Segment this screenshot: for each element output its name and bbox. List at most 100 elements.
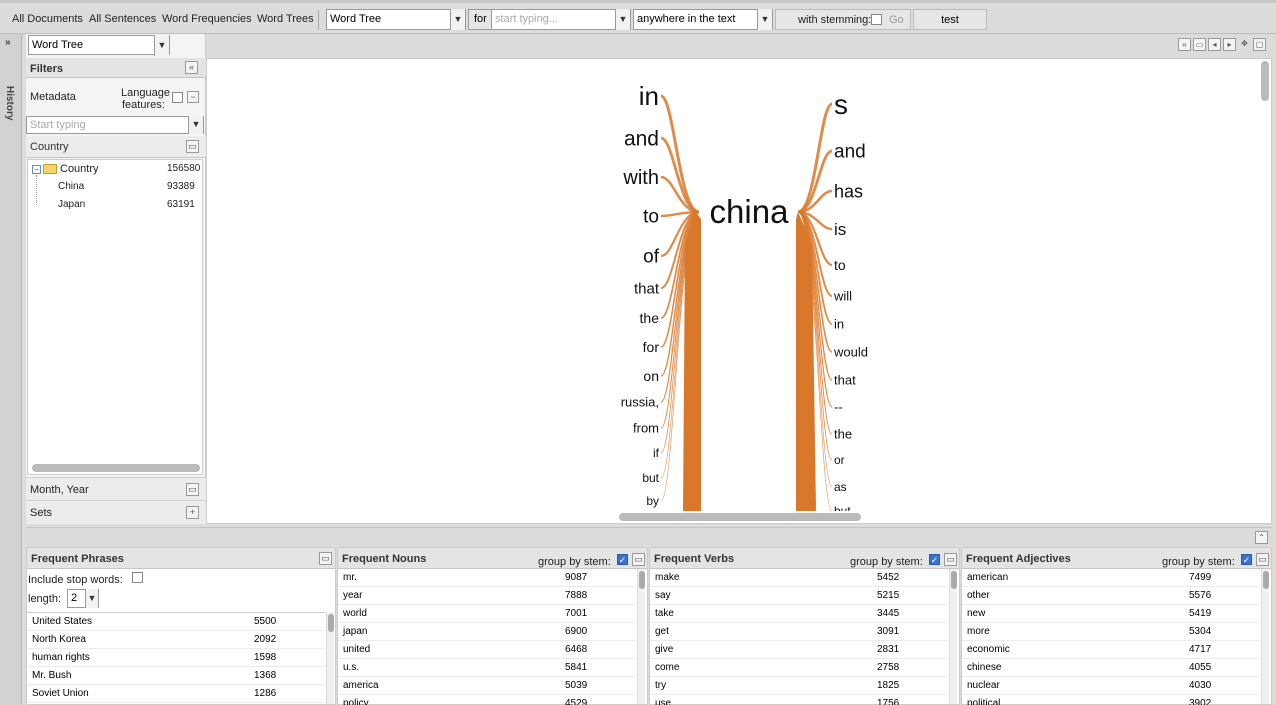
list-item[interactable]: united 6468 xyxy=(338,641,635,659)
filter-input[interactable]: Start typing ▼ xyxy=(26,116,204,134)
list-item[interactable]: economic 4717 xyxy=(962,641,1259,659)
list-item[interactable]: political 3902 xyxy=(962,695,1259,705)
list-item[interactable]: human rights 1598 xyxy=(27,649,325,667)
tree-item-japan[interactable]: Japan xyxy=(58,199,85,210)
horizontal-scrollbar[interactable] xyxy=(32,464,200,472)
list-item[interactable]: make 5452 xyxy=(650,569,947,587)
left-word[interactable]: in xyxy=(639,81,659,111)
bottom-splitter[interactable]: ⌃ xyxy=(26,527,1272,545)
vertical-scrollbar[interactable] xyxy=(1261,569,1269,704)
list-item[interactable]: chinese 4055 xyxy=(962,659,1259,677)
tree-item-china[interactable]: China xyxy=(58,181,84,192)
right-word[interactable]: is xyxy=(834,220,846,239)
plus-icon[interactable]: + xyxy=(186,506,199,519)
list-item[interactable]: japan 6900 xyxy=(338,623,635,641)
list-item[interactable]: year 7888 xyxy=(338,587,635,605)
left-word[interactable]: that xyxy=(634,280,660,297)
left-word[interactable]: by xyxy=(646,494,659,508)
right-word[interactable]: will xyxy=(833,289,852,304)
center-word[interactable]: china xyxy=(710,193,790,230)
next-icon[interactable]: ▸ xyxy=(1223,38,1236,51)
history-panel-tab[interactable]: » History xyxy=(0,34,22,705)
right-word[interactable]: would xyxy=(833,345,868,360)
collapse-panel-icon[interactable]: ▭ xyxy=(1256,553,1269,566)
stemming-checkbox[interactable] xyxy=(871,14,882,25)
horizontal-scrollbar[interactable] xyxy=(619,513,861,521)
right-word[interactable]: that xyxy=(834,373,856,388)
first-page-icon[interactable]: « xyxy=(1178,38,1191,51)
list-item[interactable]: get 3091 xyxy=(650,623,947,641)
tab-word-trees[interactable]: Word Trees xyxy=(257,13,314,25)
list-item[interactable]: come 2758 xyxy=(650,659,947,677)
left-word[interactable]: on xyxy=(643,368,659,384)
view-select[interactable]: Word Tree ▼ xyxy=(326,9,466,30)
left-word[interactable]: for xyxy=(643,339,660,355)
list-item[interactable]: try 1825 xyxy=(650,677,947,695)
sets-header[interactable]: Sets + xyxy=(26,502,206,524)
right-word[interactable]: in xyxy=(834,317,844,332)
right-word[interactable]: -- xyxy=(834,400,843,415)
panel-icon[interactable]: ▭ xyxy=(1193,38,1206,51)
left-word[interactable]: to xyxy=(643,207,659,228)
right-word[interactable]: but xyxy=(834,504,851,511)
right-word[interactable]: the xyxy=(834,427,852,442)
list-item[interactable]: give 2831 xyxy=(650,641,947,659)
tab-all-documents[interactable]: All Documents xyxy=(12,13,83,25)
list-item[interactable]: North Korea 2092 xyxy=(27,631,325,649)
tab-all-sentences[interactable]: All Sentences xyxy=(89,13,156,25)
right-word[interactable]: to xyxy=(834,257,846,273)
collapse-panel-icon[interactable]: ▭ xyxy=(319,552,332,565)
prev-icon[interactable]: ◂ xyxy=(1208,38,1221,51)
right-word[interactable]: s xyxy=(834,89,848,120)
group-by-stem-checkbox[interactable]: ✓ xyxy=(617,554,628,565)
left-word[interactable]: but xyxy=(642,471,659,485)
list-item[interactable]: nuclear 4030 xyxy=(962,677,1259,695)
list-item[interactable]: new 5419 xyxy=(962,605,1259,623)
vertical-scrollbar[interactable] xyxy=(637,569,645,704)
right-word[interactable]: or xyxy=(834,453,845,467)
list-item[interactable]: Mr. Bush 1368 xyxy=(27,667,325,685)
list-item[interactable]: policy 4529 xyxy=(338,695,635,705)
left-word[interactable]: of xyxy=(643,247,660,268)
month-year-header[interactable]: Month, Year ▭ xyxy=(26,477,206,501)
collapse-icon[interactable]: « xyxy=(185,61,198,74)
list-item[interactable]: use 1756 xyxy=(650,695,947,705)
left-word[interactable]: the xyxy=(640,310,660,326)
tree-item-country[interactable]: Country xyxy=(60,163,99,175)
list-item[interactable]: take 3445 xyxy=(650,605,947,623)
list-item[interactable]: world 7001 xyxy=(338,605,635,623)
vertical-scrollbar[interactable] xyxy=(1261,61,1269,101)
left-word[interactable]: with xyxy=(622,167,659,189)
list-item[interactable]: United States 5500 xyxy=(27,613,325,631)
minus-icon[interactable]: − xyxy=(187,91,199,103)
tree-toggle-icon[interactable]: − xyxy=(32,165,41,174)
left-word[interactable]: if xyxy=(653,446,660,460)
sidebar-view-select[interactable]: Word Tree ▼ xyxy=(28,35,170,56)
collapse-panel-icon[interactable]: ▭ xyxy=(186,483,199,496)
vertical-scrollbar[interactable] xyxy=(949,569,957,704)
vertical-scrollbar[interactable] xyxy=(326,612,334,704)
right-word[interactable]: as xyxy=(834,480,847,494)
left-word[interactable]: russia, xyxy=(621,395,659,410)
language-checkbox[interactable] xyxy=(172,92,183,103)
list-item[interactable]: other 5576 xyxy=(962,587,1259,605)
collapse-panel-icon[interactable]: ▭ xyxy=(944,553,957,566)
list-item[interactable]: america 5039 xyxy=(338,677,635,695)
position-select[interactable]: anywhere in the text ▼ xyxy=(633,9,773,30)
search-input[interactable]: start typing... ▼ xyxy=(491,9,631,30)
list-item[interactable]: mr. 9087 xyxy=(338,569,635,587)
stopwords-checkbox[interactable] xyxy=(132,572,143,583)
right-word[interactable]: has xyxy=(834,181,863,201)
list-item[interactable]: more 5304 xyxy=(962,623,1259,641)
list-item[interactable]: u.s. 5841 xyxy=(338,659,635,677)
group-by-stem-checkbox[interactable]: ✓ xyxy=(1241,554,1252,565)
left-word[interactable]: from xyxy=(633,421,659,436)
left-word[interactable]: and xyxy=(624,127,659,150)
list-item[interactable]: Soviet Union 1286 xyxy=(27,685,325,703)
list-item[interactable]: american 7499 xyxy=(962,569,1259,587)
maximize-icon[interactable]: ▢ xyxy=(1253,38,1266,51)
go-button[interactable]: Go xyxy=(889,14,904,26)
group-by-stem-checkbox[interactable]: ✓ xyxy=(929,554,940,565)
list-item[interactable]: say 5215 xyxy=(650,587,947,605)
right-word[interactable]: and xyxy=(834,142,866,163)
